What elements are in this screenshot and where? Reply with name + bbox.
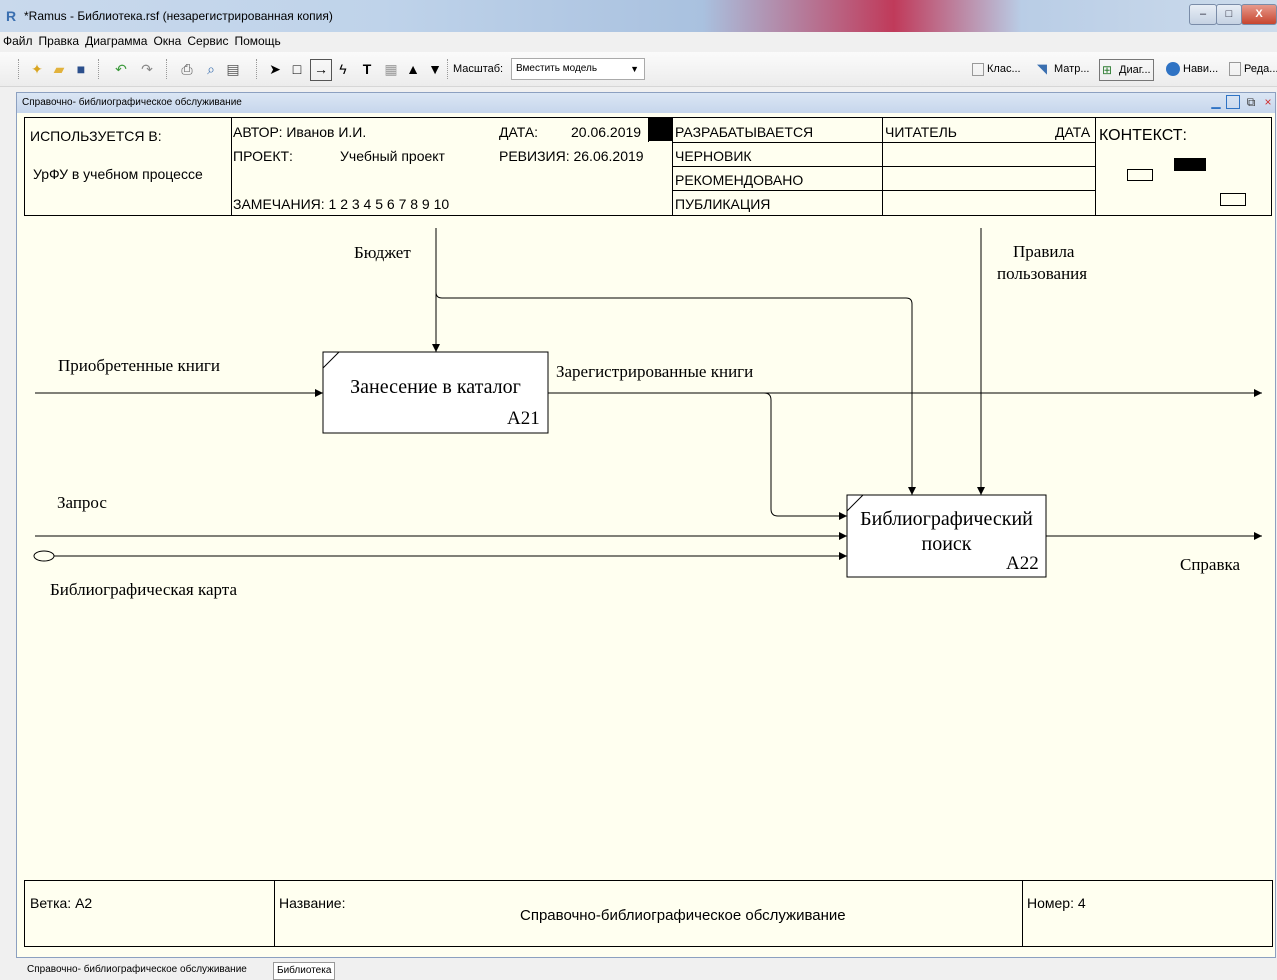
tab-diagram[interactable]: Справочно- библиографическое обслуживани… [24, 962, 250, 978]
footer-node: Ветка: A2 [30, 895, 93, 911]
footer-number: Номер: 4 [1027, 895, 1086, 911]
tunnel-icon [33, 550, 55, 562]
label-bib-card: Библиографическая карта [50, 580, 237, 599]
box-a22-number: A22 [1006, 553, 1039, 574]
label-registered-books: Зарегистрированные книги [556, 362, 754, 381]
label-reference: Справка [1180, 555, 1241, 574]
footer-name-label: Название: [279, 895, 346, 911]
box-a21-number: A21 [507, 408, 540, 429]
tab-library[interactable]: Библиотека [273, 962, 336, 980]
label-rules-line2: пользования [997, 264, 1088, 283]
idef0-diagram [24, 228, 1273, 947]
box-a21-title: Занесение в каталог [350, 376, 521, 398]
footer-name-value: Справочно-библиографическое обслуживание [520, 907, 846, 924]
label-rules-line1: Правила [1013, 242, 1075, 261]
label-request: Запрос [57, 493, 107, 512]
label-acquired-books: Приобретенные книги [58, 356, 220, 375]
box-a22-title-line1: Библиографический [860, 508, 1033, 530]
label-budget: Бюджет [354, 243, 411, 262]
arrow-registered-to-search[interactable] [763, 392, 847, 520]
